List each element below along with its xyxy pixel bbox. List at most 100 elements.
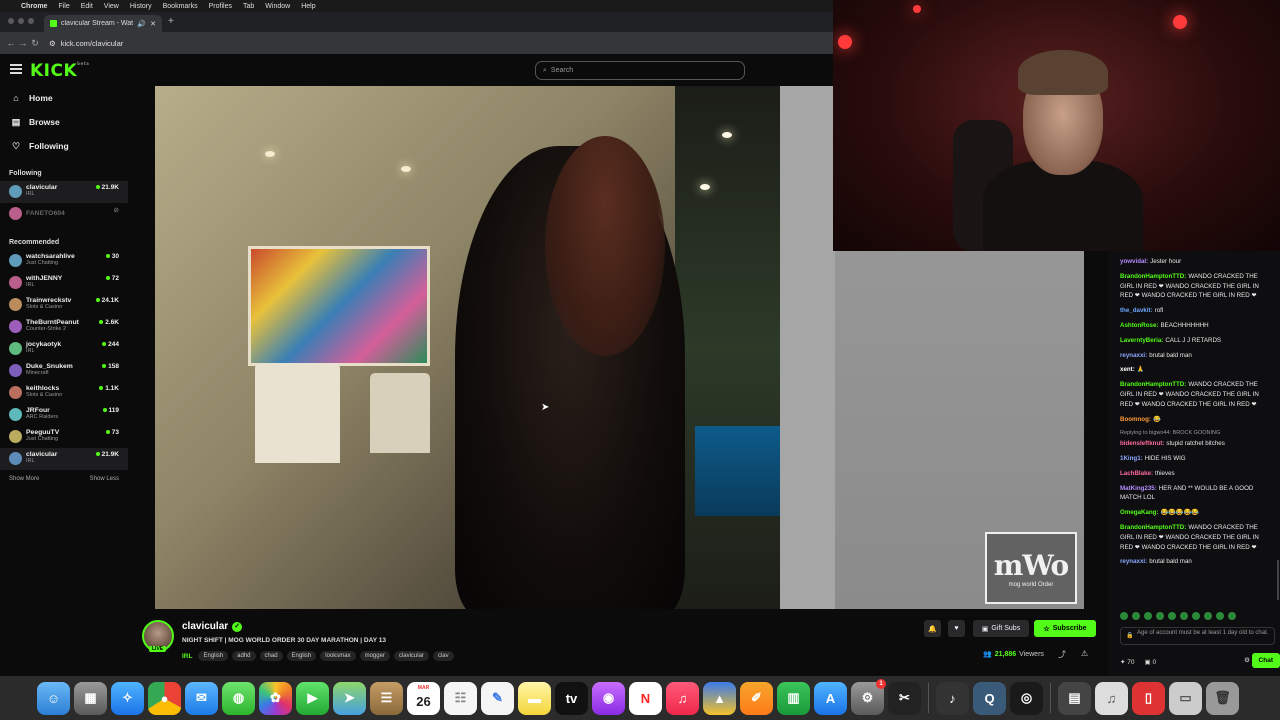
nav-browse[interactable]: ▤ Browse [0,110,128,134]
points-display[interactable]: ✦ 70 [1120,658,1135,666]
chat-input[interactable]: 🔒 Age of account must be at least 1 day … [1120,627,1275,645]
menu-tab[interactable]: Tab [243,3,254,10]
chat-username[interactable]: BrandonHamptonTTD: [1120,381,1186,388]
menu-edit[interactable]: Edit [81,3,93,10]
maps-icon[interactable]: ➤ [333,681,366,715]
menu-chrome[interactable]: Chrome [21,3,47,10]
calendar-icon[interactable]: MAR 26 [407,681,440,715]
menu-file[interactable]: File [58,3,69,10]
sidebar-channel-clavicular[interactable]: clavicular IRL 21.9K [0,448,128,470]
stream-tag[interactable]: clavicular [393,651,429,661]
minimize-window-button[interactable] [18,18,24,24]
close-tab-icon[interactable]: ✕ [150,20,156,28]
quicktime-icon[interactable]: Q [973,681,1006,715]
chat-username[interactable]: bidensleftknut: [1120,440,1164,447]
chat-username[interactable]: LachBlake: [1120,470,1153,477]
sidebar-channel-faneto604[interactable]: FANETO604 ⊘ [0,203,128,225]
notification-bell-button[interactable]: 🔔 [924,620,941,637]
dock-music-file-icon[interactable]: ♫ [1095,681,1128,715]
subscribe-button[interactable]: ☆ Subscribe [1034,620,1096,637]
emote-icon[interactable] [1228,612,1236,620]
url-field[interactable]: ⚙ kick.com/clavicular [49,39,123,48]
menu-bookmarks[interactable]: Bookmarks [163,3,198,10]
sidebar-channel-jrfour[interactable]: JRFour ARC Raiders 119 [0,404,128,426]
chat-send-button[interactable]: Chat [1251,653,1280,668]
sidebar-channel-withjenny[interactable]: withJENNY IRL 72 [0,272,128,294]
show-less-button[interactable]: Show Less [90,476,119,482]
gift-display[interactable]: ▣ 0 [1145,658,1157,666]
dock-folder-icon[interactable]: ▤ [1058,681,1091,715]
safari-icon[interactable]: ✧ [111,681,144,715]
finder-icon[interactable]: ☺ [37,681,70,715]
messages-icon[interactable]: ◍ [222,681,255,715]
chat-username[interactable]: xent: [1120,366,1135,373]
chat-username[interactable]: reynaxxi: [1120,558,1147,565]
app-store-icon[interactable]: A [814,681,847,715]
numbers-icon[interactable]: ▥ [777,681,810,715]
sidebar-channel-duke_snukem[interactable]: Duke_Snukem Minecraft 158 [0,360,128,382]
chat-scrollbar[interactable] [1277,560,1279,600]
chat-settings-icon[interactable]: ⚙ [1244,656,1250,664]
back-icon[interactable]: ← [5,38,17,48]
final-cut-icon[interactable]: ✂ [888,681,921,715]
stream-tag[interactable]: adhd [232,651,256,661]
chat-username[interactable]: BrandonHamptonTTD: [1120,273,1186,280]
show-more-button[interactable]: Show More [9,476,39,482]
apple-tv-icon[interactable]: tv [555,681,588,715]
sidebar-channel-trainwreckstv[interactable]: Trainwreckstv Slots & Casino 24.1K [0,294,128,316]
stream-tag[interactable]: mogger [359,651,390,661]
channel-name[interactable]: clavicular [182,621,228,632]
emote-icon[interactable] [1216,612,1224,620]
stream-tag[interactable]: English [286,651,317,661]
photos-icon[interactable]: ✿ [259,681,292,715]
pages-icon[interactable]: ✐ [740,681,773,715]
menu-icon[interactable] [10,64,22,74]
emote-icon[interactable] [1144,612,1152,620]
obs-icon[interactable]: ◎ [1010,681,1043,715]
zoom-window-button[interactable] [28,18,34,24]
dock-pdf-icon[interactable]: ▯ [1132,681,1165,715]
sidebar-channel-peeguutv[interactable]: PeeguuTV Just Chatting 73 [0,426,128,448]
follow-button[interactable]: ♥ [948,620,965,637]
close-window-button[interactable] [8,18,14,24]
share-icon[interactable]: ⤴ [1058,649,1066,660]
trash-icon[interactable]: 🗑 [1206,681,1239,715]
chat-username[interactable]: MatKing235: [1120,485,1157,492]
garageband-icon[interactable]: ♪ [936,681,969,715]
sidebar-channel-watchsarahlive[interactable]: watchsarahlive Just Chatting 30 [0,250,128,272]
report-icon[interactable]: ⚠ [1081,649,1088,658]
menu-profiles[interactable]: Profiles [209,3,232,10]
category-link[interactable]: IRL [182,653,192,660]
facetime-icon[interactable]: ▶ [296,681,329,715]
emote-icon[interactable] [1204,612,1212,620]
sidebar-channel-keithlocks[interactable]: keithlocks Slots & Casino 1.1K [0,382,128,404]
chat-username[interactable]: Boomnog: [1120,416,1151,423]
music-icon[interactable]: ♫ [666,681,699,715]
site-info-icon[interactable]: ⚙ [49,39,56,48]
search-input[interactable]: ⌕ Search [535,61,745,80]
chat-username[interactable]: the_davkit: [1120,307,1153,314]
audio-icon[interactable]: 🔊 [137,20,146,28]
podcasts-icon[interactable]: ◉ [592,681,625,715]
video-player[interactable]: ➤ [155,86,780,609]
emote-icon[interactable] [1192,612,1200,620]
chat-username[interactable]: LaverntyBeria: [1120,337,1163,344]
stream-tag[interactable]: chad [259,651,283,661]
news-icon[interactable]: N [629,681,662,715]
menu-view[interactable]: View [104,3,119,10]
nav-home[interactable]: ⌂ Home [0,86,128,110]
launchpad-icon[interactable]: ▦ [74,681,107,715]
gift-subs-button[interactable]: ▣ Gift Subs [973,620,1029,637]
menu-help[interactable]: Help [301,3,315,10]
chat-username[interactable]: reynaxxi: [1120,352,1147,359]
contacts-icon[interactable]: ☰ [370,681,403,715]
chat-username[interactable]: yowvidal: [1120,258,1148,265]
emote-icon[interactable] [1156,612,1164,620]
stream-tag[interactable]: looksmax [320,651,356,661]
sidebar-channel-clavicular[interactable]: clavicular IRL 21.9K [0,181,128,203]
menu-history[interactable]: History [130,3,152,10]
mail-icon[interactable]: ✉ [185,681,218,715]
emote-icon[interactable] [1132,612,1140,620]
reload-icon[interactable]: ↻ [29,38,41,49]
new-tab-button[interactable]: + [168,16,174,27]
